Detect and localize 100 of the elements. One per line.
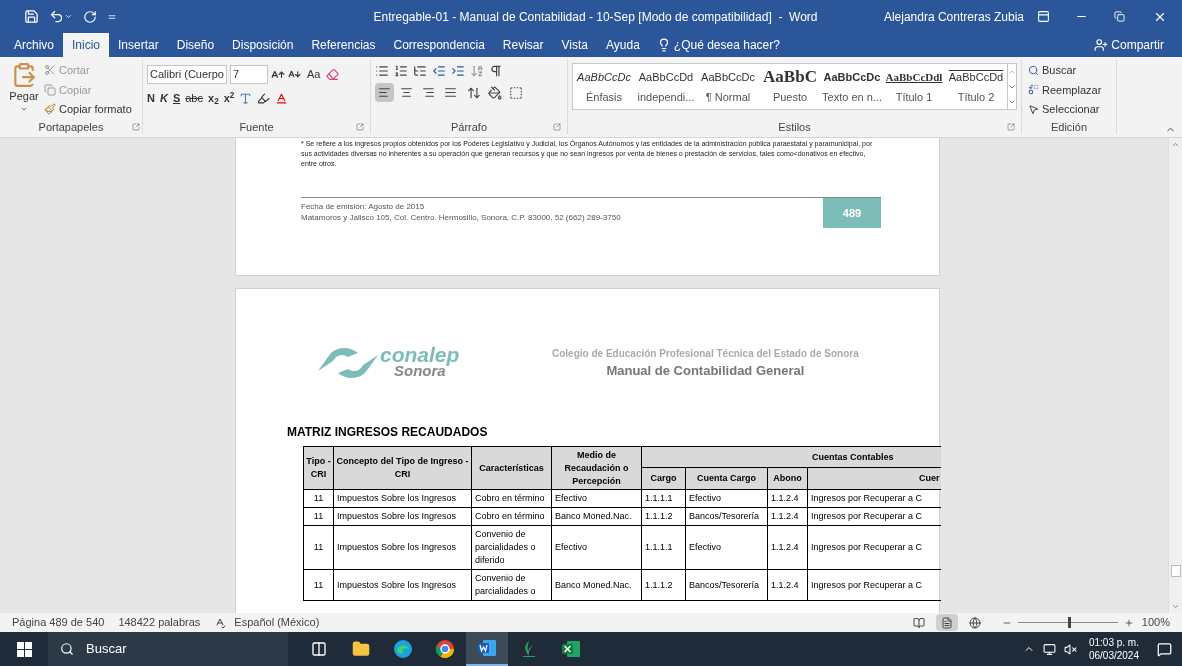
share-button[interactable]: Compartir <box>1111 36 1164 54</box>
table-cell: Efectivo <box>551 489 642 508</box>
paste-button[interactable]: Pegar <box>8 62 40 120</box>
search-icon <box>60 642 74 656</box>
font-name-field[interactable]: Calibri (Cuerpo <box>147 65 227 84</box>
shading-icon[interactable] <box>488 85 502 100</box>
folder-icon <box>352 640 370 658</box>
group-label: Estilos <box>778 119 811 135</box>
copy-icon <box>44 83 56 96</box>
save-icon[interactable] <box>24 9 39 24</box>
font-color-icon[interactable] <box>275 91 289 105</box>
dialog-launcher-icon[interactable] <box>553 123 561 131</box>
column-group-header: Cuentas Contables <box>641 446 941 468</box>
clear-formatting-icon[interactable] <box>326 68 340 81</box>
increase-indent-icon[interactable] <box>451 64 465 78</box>
dialog-launcher-icon[interactable] <box>1007 123 1015 131</box>
muted-volume-icon[interactable] <box>1063 642 1077 656</box>
ribbon-tab[interactable]: Vista <box>552 33 597 57</box>
notifications-icon[interactable] <box>1157 641 1172 657</box>
bullets-icon[interactable] <box>375 64 389 78</box>
format-button[interactable]: abc <box>185 90 203 107</box>
find-button[interactable]: Buscar <box>1028 62 1110 79</box>
ribbon-tab[interactable]: Ayuda <box>597 33 649 57</box>
style-item[interactable]: AaBbCcDd independi... <box>635 64 697 109</box>
ribbon-tab[interactable]: Disposición <box>223 33 303 57</box>
align-justify-icon <box>444 86 457 99</box>
ribbon-tab[interactable]: Correspondencia <box>384 33 494 57</box>
word-count: 148422 palabras <box>118 615 201 631</box>
clock-date: 06/03/2024 <box>1088 649 1139 662</box>
line-spacing-icon[interactable] <box>467 85 481 100</box>
logo-mark-icon <box>318 345 378 381</box>
table-cell: 1.1.1.1 <box>641 525 686 570</box>
format-button[interactable]: K <box>159 90 168 107</box>
style-item[interactable]: AaBbCcDc Énfasis <box>573 64 635 109</box>
redo-icon[interactable] <box>83 9 97 24</box>
table-cell: Bancos/Tesorería <box>685 569 768 601</box>
ribbon-display-icon <box>1036 10 1050 23</box>
table-cell: Impuestos Sobre los Ingresos <box>333 569 472 601</box>
zoom-in-icon[interactable] <box>1123 617 1134 628</box>
multilevel-list-icon[interactable] <box>413 64 427 78</box>
scroll-up-icon[interactable] <box>1171 140 1180 149</box>
show-marks-icon[interactable] <box>489 64 503 78</box>
numbering-icon[interactable] <box>394 64 408 78</box>
style-item[interactable]: AaBbCcDd Título 2 <box>945 64 1007 109</box>
zoom-thumb[interactable] <box>1067 617 1071 628</box>
format-button[interactable]: x$^{2}$ <box>223 90 235 107</box>
language-indicator[interactable]: Español (México) <box>234 614 320 631</box>
zoom-slider[interactable] <box>1017 617 1118 628</box>
scrollbar-thumb[interactable] <box>1170 564 1181 577</box>
table-cell: Efectivo <box>551 525 642 570</box>
network-icon[interactable] <box>1042 642 1056 656</box>
table-cell: Efectivo <box>685 489 768 508</box>
table-cell: Convenio de parcialidades o <box>471 569 552 601</box>
caret-icon[interactable] <box>64 12 73 21</box>
highlighter-icon[interactable] <box>257 91 271 105</box>
format-button[interactable]: x$_{2}$ <box>208 90 219 107</box>
decrease-indent-icon[interactable] <box>432 64 446 78</box>
clipboard-icon <box>11 62 37 88</box>
style-item[interactable]: AaBbCcDc Texto en n... <box>821 64 883 109</box>
style-item[interactable]: AaBbCcDdl Título 1 <box>883 64 945 109</box>
font-size-field[interactable]: 7 <box>230 65 268 84</box>
ribbon-tab[interactable]: Referencias <box>302 33 385 57</box>
ribbon-tab[interactable]: Inicio <box>63 33 110 57</box>
undo-icon[interactable] <box>49 9 64 24</box>
format-button[interactable]: S <box>172 90 181 107</box>
align-button[interactable] <box>375 83 394 102</box>
view-button[interactable] <box>935 614 958 631</box>
taskbar-search-field[interactable]: Buscar <box>48 632 288 666</box>
ribbon-tab[interactable]: Archivo <box>5 33 63 57</box>
text-effects-icon[interactable] <box>239 91 253 105</box>
tell-me-field[interactable]: ¿Qué desea hacer? <box>673 36 780 54</box>
select-button[interactable]: Seleccionar <box>1028 101 1110 118</box>
replace-button[interactable]: Reemplazar <box>1028 81 1110 98</box>
style-item[interactable]: AaBbC Puesto <box>759 64 821 109</box>
table-cell: 1.1.2.4 <box>767 489 808 508</box>
borders-icon[interactable] <box>509 85 523 100</box>
ribbon-tab[interactable]: Revisar <box>493 33 553 57</box>
sort-icon[interactable] <box>470 64 484 78</box>
ribbon-tab[interactable]: Diseño <box>167 33 224 57</box>
format-painter-button[interactable]: Copiar formato <box>44 101 132 118</box>
proofing-icon[interactable] <box>214 616 227 629</box>
style-item[interactable]: AaBbCcDc ¶ Normal <box>697 64 759 109</box>
dialog-launcher-icon[interactable] <box>132 123 140 131</box>
scroll-down-icon[interactable] <box>1171 602 1180 611</box>
column-header: Cuenta Cargo <box>685 467 768 490</box>
dialog-launcher-icon[interactable] <box>356 123 364 131</box>
read-mode-icon <box>912 616 925 629</box>
clock-time: 01:03 p. m. <box>1088 636 1139 649</box>
manual-title: Manual de Contabilidad General <box>606 361 805 380</box>
change-case-button[interactable]: Aa <box>304 66 324 83</box>
logo-subtext: Sonora <box>394 363 446 379</box>
column-header: Concepto del Tipo de Ingreso - CRI <box>333 446 472 490</box>
column-header: Cargo <box>641 467 686 490</box>
table-cell: Cobro en término <box>471 507 552 526</box>
ribbon-tab[interactable]: Insertar <box>109 33 168 57</box>
table-cell: 11 <box>303 489 334 508</box>
taskbar-app[interactable] <box>466 632 508 666</box>
zoom-level: 100% <box>1141 615 1170 631</box>
column-header: Tipo - CRI <box>303 446 334 490</box>
format-button[interactable]: N <box>147 90 155 107</box>
